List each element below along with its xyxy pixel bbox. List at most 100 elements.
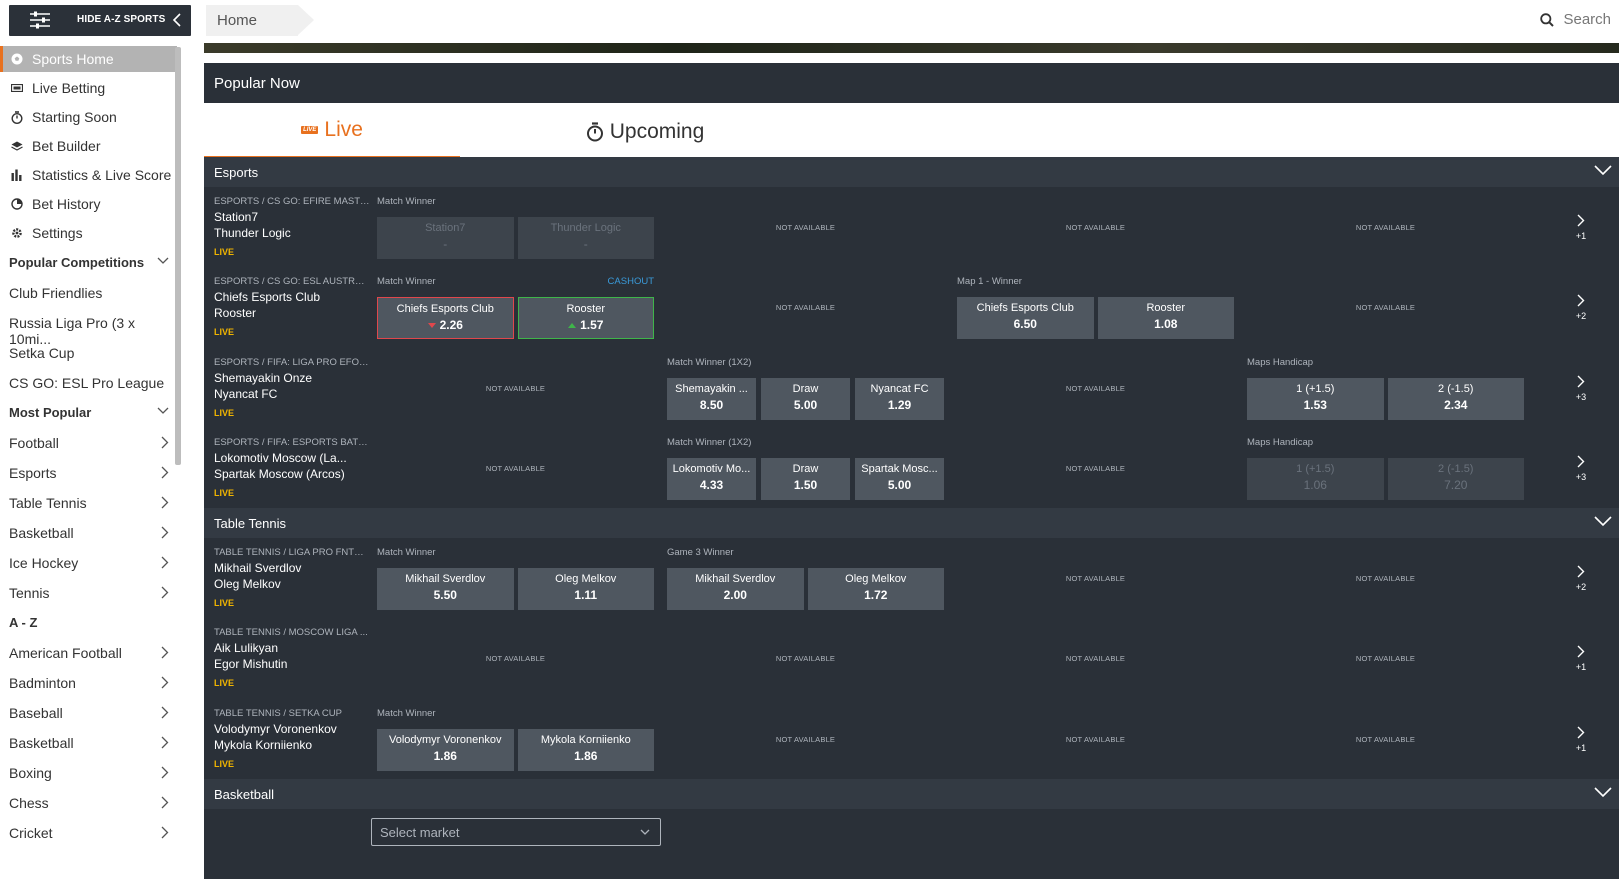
sidebar-sport-item[interactable]: Ice Hockey	[9, 555, 169, 571]
odds-selection: Mykola Korniienko	[540, 734, 631, 746]
competition-item[interactable]: CS GO: ESL Pro League	[9, 375, 169, 391]
event-info[interactable]: ESPORTS / FIFA: ESPORTS BATTLE Lokomotiv …	[204, 428, 374, 508]
odds-button[interactable]: Draw 5.00	[761, 378, 850, 420]
cashout-label[interactable]: CASHOUT	[608, 276, 654, 287]
event-info[interactable]: ESPORTS / CS GO: ESL AUSTRALI... Chiefs E…	[204, 267, 374, 347]
popular-competitions-toggle[interactable]: Popular Competitions	[9, 255, 169, 270]
search-control[interactable]: Search	[1540, 11, 1611, 28]
market-cell: Map 1 - Winner Chiefs Esports Club 6.50 Roo…	[951, 267, 1240, 347]
most-popular-toggle[interactable]: Most Popular	[9, 405, 169, 420]
event-info[interactable]: TABLE TENNIS / LIGA PRO FNTR ... Mikhail …	[204, 538, 374, 618]
event-info[interactable]: ESPORTS / FIFA: LIGA PRO EFOO... Shemayak…	[204, 348, 374, 428]
sidebar-az-sport-item[interactable]: Boxing	[9, 765, 169, 781]
sport-label: Boxing	[9, 765, 52, 781]
not-available-label: NOT AVAILABLE	[1065, 463, 1126, 473]
sidebar-sport-item[interactable]: Tennis	[9, 585, 169, 601]
sidebar-sport-item[interactable]: Esports	[9, 465, 169, 481]
odds-button[interactable]: 2 (-1.5) 2.34	[1387, 378, 1525, 420]
odds-button[interactable]: 1 (+1.5) 1.53	[1247, 378, 1384, 420]
market-cell: Match Winner CASHOUT Chiefs Esports Club 2.…	[371, 267, 660, 347]
odds-selection: Thunder Logic	[550, 222, 621, 234]
sidebar-az-sport-item[interactable]: Badminton	[9, 675, 169, 691]
not-available-label: NOT AVAILABLE	[775, 302, 836, 312]
odds-price-wrap: 1.72	[808, 588, 945, 602]
not-available-label: NOT AVAILABLE	[1355, 302, 1416, 312]
section-basketball[interactable]: Basketball	[204, 779, 1619, 809]
event-info[interactable]: TABLE TENNIS / SETKA CUP Volodymyr Vorone…	[204, 699, 374, 779]
select-market-dropdown[interactable]: Select market	[371, 818, 661, 846]
more-markets-button[interactable]: +3	[1543, 428, 1619, 508]
tab-upcoming[interactable]: Upcoming	[460, 103, 830, 160]
sidebar-item-bet-history[interactable]: Bet History	[0, 191, 177, 217]
sport-label: Esports	[9, 465, 57, 481]
event-row: TABLE TENNIS / MOSCOW LIGA ... Aik Luliky…	[204, 618, 1619, 698]
market-cell: NOT AVAILABLE	[371, 348, 660, 428]
odds-price-wrap: 2.34	[1388, 398, 1525, 412]
sidebar-sport-item[interactable]: Table Tennis	[9, 495, 169, 511]
market-cell: Game 3 Winner Mikhail Sverdlov 2.00 Oleg Me…	[661, 538, 950, 618]
odds-button[interactable]: Mykola Korniienko 1.86	[517, 729, 654, 771]
section-esports[interactable]: Esports	[204, 157, 1619, 187]
breadcrumb-home[interactable]: Home	[206, 5, 314, 36]
odds-button[interactable]: Rooster 1.08	[1097, 297, 1234, 339]
odds-price-wrap: 2.26	[378, 318, 513, 332]
sport-label: Table Tennis	[9, 495, 87, 511]
sidebar-item-settings[interactable]: Settings	[0, 220, 177, 246]
odds-button[interactable]: Mikhail Sverdlov 5.50	[377, 568, 514, 610]
odds-button[interactable]: Spartak Mosc... 5.00	[855, 458, 944, 500]
sidebar-item-starting-soon[interactable]: Starting Soon	[0, 104, 177, 130]
sidebar-item-live-betting[interactable]: Live Betting	[0, 75, 177, 101]
odds-price: 1.11	[574, 588, 598, 602]
sidebar-item-statistics[interactable]: Statistics & Live Score	[0, 162, 177, 188]
sidebar-item-sports-home[interactable]: Sports Home	[0, 46, 177, 72]
event-row: ESPORTS / CS GO: ESL AUSTRALI... Chiefs E…	[204, 267, 1619, 347]
more-markets-button[interactable]: +1	[1543, 187, 1619, 267]
odds-button[interactable]: Volodymyr Voronenkov 1.86	[377, 729, 514, 771]
odds-button[interactable]: Shemayakin ... 8.50	[667, 378, 756, 420]
sidebar-scrollbar[interactable]	[175, 47, 181, 465]
tab-live[interactable]: LIVE Live	[204, 103, 460, 160]
more-markets-button[interactable]: +1	[1543, 699, 1619, 779]
odds-selection: Draw	[792, 383, 819, 395]
more-markets-button[interactable]: +3	[1543, 348, 1619, 428]
more-markets-button[interactable]: +1	[1543, 618, 1619, 698]
competition-item[interactable]: Russia Liga Pro (3 x 10mi...	[9, 315, 169, 347]
event-team-away: Thunder Logic	[214, 226, 291, 240]
section-table-tennis[interactable]: Table Tennis	[204, 508, 1619, 538]
live-upcoming-tabs: LIVE Live Upcoming	[204, 103, 1619, 160]
chevron-right-icon	[161, 646, 169, 659]
sidebar-az-sport-item[interactable]: Basketball	[9, 735, 169, 751]
competition-item[interactable]: Club Friendlies	[9, 285, 169, 301]
sidebar-item-bet-builder[interactable]: Bet Builder	[0, 133, 177, 159]
chevron-right-icon	[161, 766, 169, 779]
odds-button[interactable]: Mikhail Sverdlov 2.00	[667, 568, 804, 610]
sidebar-az-sport-item[interactable]: Baseball	[9, 705, 169, 721]
odds-button[interactable]: Oleg Melkov 1.72	[807, 568, 945, 610]
competition-item[interactable]: Setka Cup	[9, 345, 169, 361]
odds-button[interactable]: Chiefs Esports Club 6.50	[957, 297, 1094, 339]
odds-button[interactable]: Nyancat FC 1.29	[855, 378, 944, 420]
more-markets-button[interactable]: +2	[1543, 267, 1619, 347]
event-info[interactable]: TABLE TENNIS / MOSCOW LIGA ... Aik Luliky…	[204, 618, 374, 698]
event-competition: TABLE TENNIS / MOSCOW LIGA ...	[214, 627, 368, 638]
live-status-label: LIVE	[214, 678, 235, 688]
event-info[interactable]: ESPORTS / CS GO: EFIRE MASTE... Station7 T…	[204, 187, 374, 267]
odds-button[interactable]: Oleg Melkov 1.11	[517, 568, 654, 610]
sidebar-sport-item[interactable]: Football	[9, 435, 169, 451]
odds-button[interactable]: Chiefs Esports Club 2.26	[377, 297, 514, 339]
hide-az-sports-button[interactable]: HIDE A-Z SPORTS	[9, 5, 191, 36]
sidebar-az-sport-item[interactable]: American Football	[9, 645, 169, 661]
live-badge-icon: LIVE	[301, 125, 319, 134]
odds-selection: Nyancat FC	[870, 383, 929, 395]
event-team-away: Nyancat FC	[214, 387, 278, 401]
chevron-right-icon	[161, 586, 169, 599]
sidebar-sport-item[interactable]: Basketball	[9, 525, 169, 541]
sidebar-az-sport-item[interactable]: Cricket	[9, 825, 169, 841]
odds-button[interactable]: Rooster 1.57	[517, 297, 654, 339]
event-competition: TABLE TENNIS / LIGA PRO FNTR ...	[214, 547, 370, 558]
more-markets-button[interactable]: +2	[1543, 538, 1619, 618]
odds-selection: Shemayakin ...	[675, 383, 748, 395]
odds-button[interactable]: Draw 1.50	[761, 458, 850, 500]
sidebar-az-sport-item[interactable]: Chess	[9, 795, 169, 811]
odds-button[interactable]: Lokomotiv Mo... 4.33	[667, 458, 756, 500]
